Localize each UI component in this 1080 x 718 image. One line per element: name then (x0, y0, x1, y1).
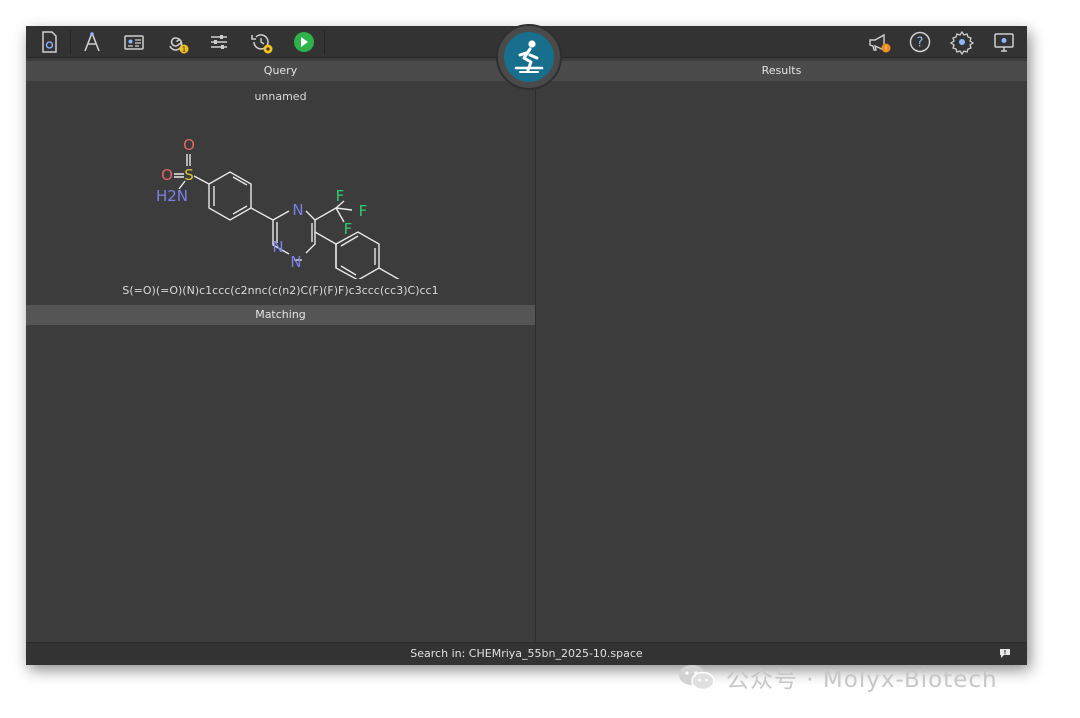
spiral-icon[interactable]: 1 (164, 29, 190, 55)
results-header: Results (536, 61, 1027, 81)
matching-header: Matching (26, 305, 535, 325)
history-icon[interactable] (248, 29, 274, 55)
atom-nitrogen-1: N (292, 201, 303, 219)
app-window: 1 ! ? Query Results unnamed O O S H2N N … (26, 24, 1027, 665)
bond (314, 231, 337, 268)
ring-double-bonds (213, 176, 248, 215)
status-text: Search in: CHEMriya_55bn_2025-10.space (410, 647, 643, 660)
smiles-string: S(=O)(=O)(N)c1ccc(c2nnc(c(n2)C(F)(F)F)c3… (122, 284, 439, 297)
bond (174, 173, 184, 178)
bond (193, 175, 210, 185)
query-pane: unnamed O O S H2N N N N F F F S(=O)(=O)(… (26, 81, 536, 641)
bond (250, 207, 274, 221)
ring-double-bonds (340, 235, 376, 276)
play-button[interactable] (291, 29, 317, 55)
methyl-bond (378, 267, 400, 279)
help-glyph: ? (917, 36, 924, 51)
atom-fluorine-3: F (344, 220, 353, 238)
toolbar-separator (324, 30, 325, 54)
query-header: Query (26, 61, 535, 81)
megaphone-badge: ! (885, 45, 888, 53)
atom-oxygen-left: O (161, 166, 173, 184)
cf3-bonds (314, 200, 353, 223)
watermark-text: 公众号 · Molyx-Biotech (726, 667, 998, 693)
atom-nitrogen-3: N (290, 253, 301, 271)
document-icon[interactable] (36, 29, 62, 55)
watermark: 公众号 · Molyx-Biotech (676, 660, 998, 694)
megaphone-icon[interactable]: ! (866, 29, 892, 55)
wechat-icon (679, 665, 715, 691)
comment-icon[interactable] (999, 648, 1011, 659)
atom-sulfur: S (184, 166, 194, 184)
atom-fluorine-2: F (359, 202, 368, 220)
gear-icon[interactable] (949, 29, 975, 55)
molecule-structure: O O S H2N N N N F F F (156, 136, 400, 279)
atom-fluorine-1: F (336, 187, 345, 205)
help-icon[interactable]: ? (907, 29, 933, 55)
atom-nitrogen-2: N (272, 238, 283, 256)
toluene-ring (335, 231, 380, 279)
benzene-ring (208, 171, 252, 221)
compass-icon[interactable] (79, 29, 105, 55)
atom-oxygen-top: O (183, 136, 195, 154)
atom-amine: H2N (156, 187, 188, 205)
logo-ring (496, 24, 562, 90)
results-pane (536, 81, 1027, 641)
molecule-name: unnamed (254, 90, 307, 103)
monitor-icon[interactable] (991, 29, 1017, 55)
toolbar-separator (70, 30, 71, 54)
runner-logo-icon[interactable] (504, 32, 554, 82)
spiral-badge: 1 (182, 46, 186, 54)
sliders-icon[interactable] (206, 29, 232, 55)
id-card-icon[interactable] (121, 29, 147, 55)
